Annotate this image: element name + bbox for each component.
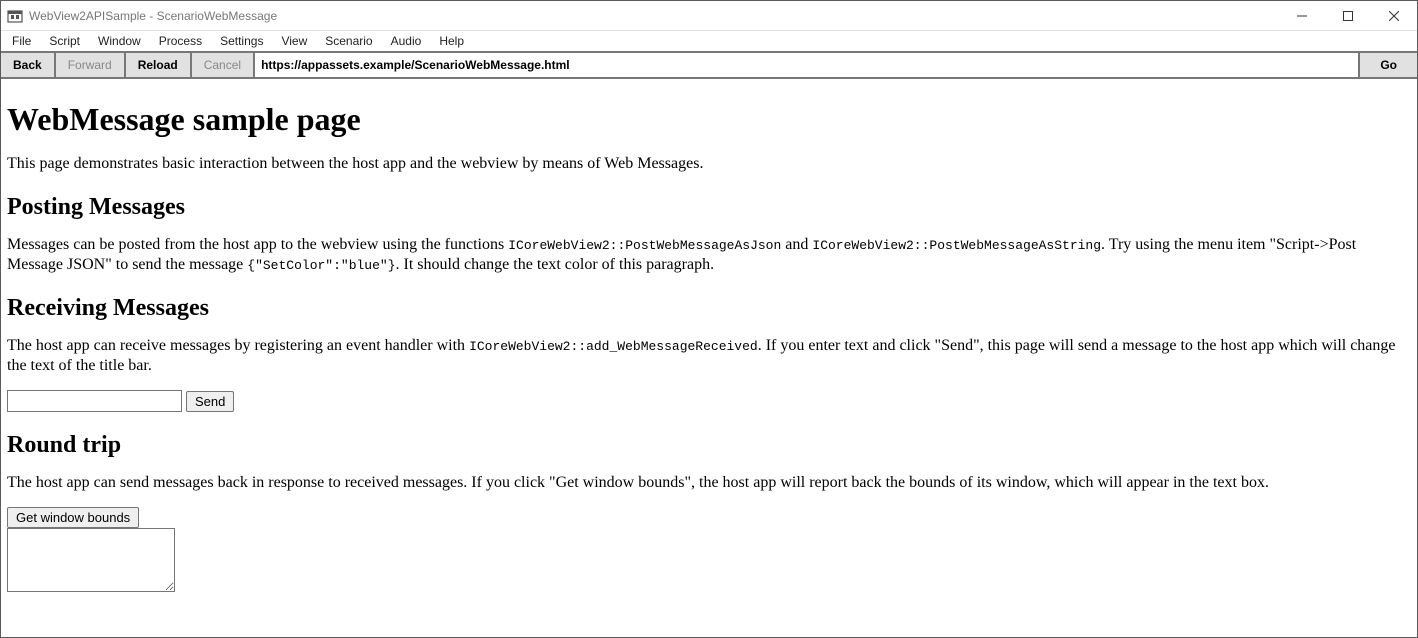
receiving-paragraph: The host app can receive messages by reg… bbox=[7, 336, 1411, 376]
maximize-button[interactable] bbox=[1325, 1, 1371, 31]
webview-content: WebMessage sample page This page demonst… bbox=[1, 79, 1417, 637]
roundtrip-paragraph: The host app can send messages back in r… bbox=[7, 473, 1411, 493]
send-form: Send bbox=[7, 390, 1411, 412]
menu-help[interactable]: Help bbox=[430, 32, 473, 50]
posting-text-d: . It should change the text color of thi… bbox=[396, 256, 715, 273]
address-bar[interactable] bbox=[255, 53, 1358, 77]
posting-code-1: ICoreWebView2::PostWebMessageAsJson bbox=[508, 238, 781, 253]
receiving-text-a: The host app can receive messages by reg… bbox=[7, 337, 469, 354]
page-title: WebMessage sample page bbox=[7, 101, 1411, 138]
posting-code-3: {"SetColor":"blue"} bbox=[247, 258, 395, 273]
bounds-output[interactable] bbox=[7, 528, 175, 592]
receiving-code-1: ICoreWebView2::add_WebMessageReceived bbox=[469, 339, 758, 354]
menu-settings[interactable]: Settings bbox=[211, 32, 272, 50]
menu-file[interactable]: File bbox=[3, 32, 40, 50]
posting-code-2: ICoreWebView2::PostWebMessageAsString bbox=[812, 238, 1101, 253]
go-button[interactable]: Go bbox=[1358, 53, 1417, 77]
menu-script[interactable]: Script bbox=[40, 32, 89, 50]
send-button[interactable]: Send bbox=[186, 391, 234, 412]
roundtrip-heading: Round trip bbox=[7, 432, 1411, 459]
cancel-button[interactable]: Cancel bbox=[192, 53, 255, 77]
titlebar[interactable]: WebView2APISample - ScenarioWebMessage bbox=[1, 1, 1417, 31]
window-title: WebView2APISample - ScenarioWebMessage bbox=[29, 9, 277, 23]
message-input[interactable] bbox=[7, 390, 182, 412]
menu-process[interactable]: Process bbox=[150, 32, 211, 50]
posting-text-a: Messages can be posted from the host app… bbox=[7, 236, 508, 253]
minimize-button[interactable] bbox=[1279, 1, 1325, 31]
get-window-bounds-button[interactable]: Get window bounds bbox=[7, 507, 139, 528]
menu-scenario[interactable]: Scenario bbox=[316, 32, 381, 50]
menu-audio[interactable]: Audio bbox=[382, 32, 431, 50]
posting-paragraph: Messages can be posted from the host app… bbox=[7, 235, 1411, 275]
receiving-heading: Receiving Messages bbox=[7, 295, 1411, 322]
app-icon bbox=[7, 8, 23, 24]
posting-text-b: and bbox=[781, 236, 812, 253]
intro-paragraph: This page demonstrates basic interaction… bbox=[7, 154, 1411, 174]
menu-view[interactable]: View bbox=[272, 32, 316, 50]
menu-window[interactable]: Window bbox=[89, 32, 150, 50]
posting-heading: Posting Messages bbox=[7, 194, 1411, 221]
back-button[interactable]: Back bbox=[1, 53, 56, 77]
close-button[interactable] bbox=[1371, 1, 1417, 31]
nav-toolbar: Back Forward Reload Cancel Go bbox=[1, 51, 1417, 79]
reload-button[interactable]: Reload bbox=[126, 53, 192, 77]
menubar: File Script Window Process Settings View… bbox=[1, 31, 1417, 51]
roundtrip-form: Get window bounds bbox=[7, 507, 1411, 592]
forward-button[interactable]: Forward bbox=[56, 53, 126, 77]
